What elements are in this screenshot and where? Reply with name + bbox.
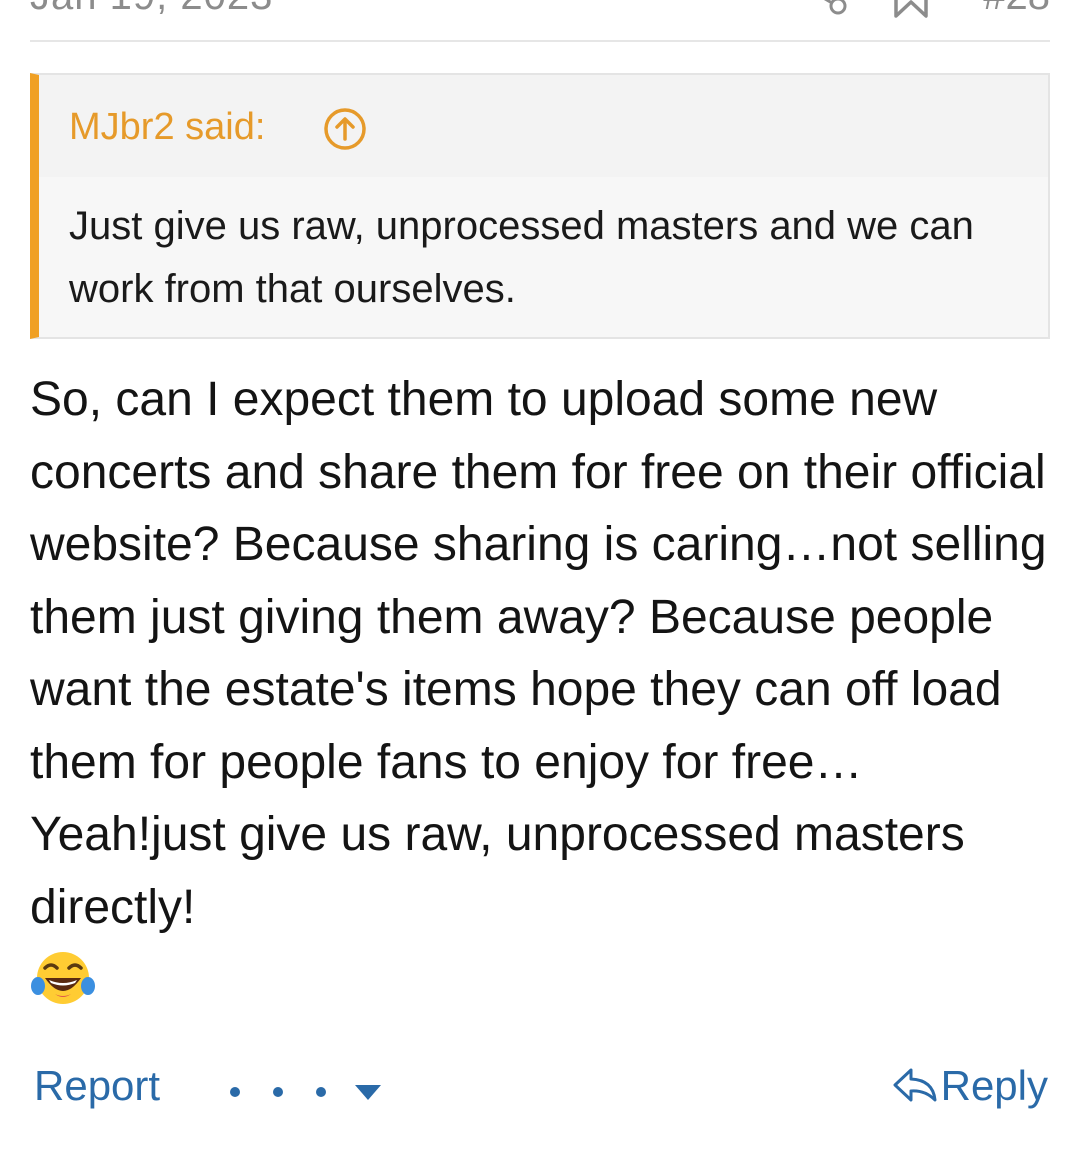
bookmark-icon[interactable]	[890, 0, 932, 20]
chevron-down-icon	[355, 1084, 381, 1100]
post-meta-row: Jan 19, 2023 #28	[0, 0, 1080, 42]
reply-icon	[893, 1068, 937, 1102]
arrow-up-circle-icon[interactable]	[323, 107, 367, 151]
post-action-bar: Report Reply	[0, 1050, 1080, 1130]
more-dots-icon	[273, 1087, 283, 1097]
report-link[interactable]: Report	[34, 1062, 160, 1110]
post-number[interactable]: #28	[983, 0, 1050, 19]
quote-text: Just give us raw, unprocessed masters an…	[69, 204, 974, 311]
laughing-tears-emoji	[31, 952, 95, 1004]
more-options-button[interactable]	[230, 1072, 381, 1112]
share-icon[interactable]	[806, 0, 850, 20]
reply-label: Reply	[940, 1062, 1048, 1109]
post-body: So, can I expect them to upload some new…	[30, 373, 1047, 934]
divider	[30, 40, 1050, 42]
post-date: Jan 19, 2023	[30, 0, 273, 19]
more-dots-icon	[316, 1087, 326, 1097]
reply-button[interactable]: Reply	[891, 1062, 1048, 1110]
more-dots-icon	[230, 1087, 240, 1097]
quote-block: MJbr2 said: Just give us raw, unprocesse…	[30, 73, 1050, 339]
quote-header: MJbr2 said:	[39, 75, 1048, 177]
quote-author[interactable]: MJbr2 said:	[69, 105, 265, 149]
